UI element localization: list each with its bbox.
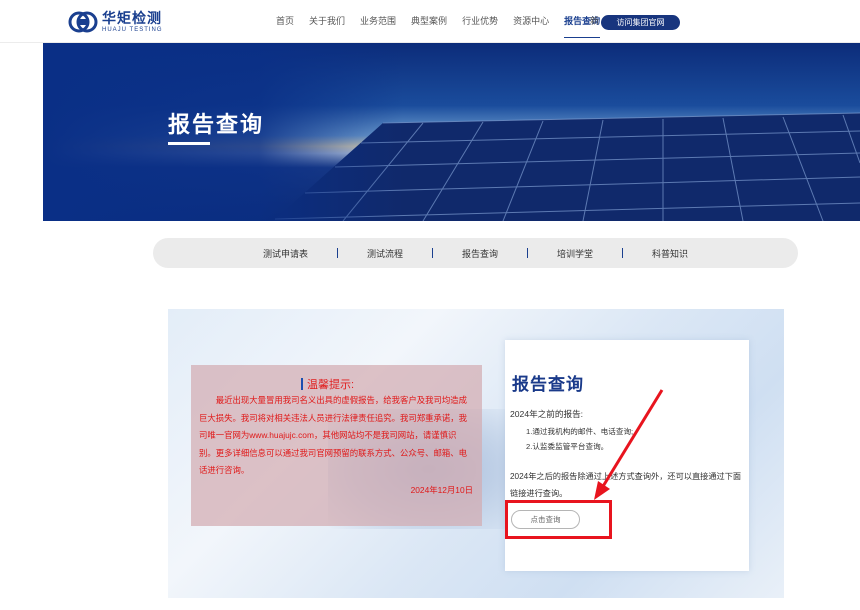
nav-item-business[interactable]: 业务范围 (360, 0, 396, 43)
visit-group-site-button[interactable]: 访问集团官网 (601, 15, 680, 30)
subnav-item-science[interactable]: 科普知识 (623, 247, 717, 260)
banner-title-underline (168, 142, 210, 145)
nav-item-about[interactable]: 关于我们 (309, 0, 345, 43)
logo-name-en: HUAJU TESTING (102, 26, 163, 33)
notice-heading: 温馨提示: (301, 376, 354, 392)
site-header: 华矩检测 HUAJU TESTING 首页 关于我们 业务范围 典型案例 行业优… (0, 0, 860, 43)
warning-notice: 温馨提示: 最近出现大量冒用我司名义出具的虚假报告，给我客户及我司均造成巨大损失… (191, 365, 482, 526)
highlight-box (505, 500, 612, 539)
logo-mark-icon (68, 11, 98, 33)
subnav-item-report-query[interactable]: 报告查询 (433, 247, 527, 260)
notice-body: 最近出现大量冒用我司名义出具的虚假报告，给我客户及我司均造成巨大损失。我司将对相… (199, 395, 468, 475)
banner-title: 报告查询 (168, 112, 265, 137)
card-paragraph: 2024年之后的报告除通过上述方式查询外，还可以直接通过下面链接进行查询。 (510, 472, 742, 498)
card-item-cnca-platform: 2.认监委监管平台查询。 (526, 442, 609, 451)
subnav-item-training[interactable]: 培训学堂 (528, 247, 622, 260)
logo-name-cn: 华矩检测 (102, 9, 162, 26)
nav-item-resources[interactable]: 资源中心 (513, 0, 549, 43)
nav-item-cases[interactable]: 典型案例 (411, 0, 447, 43)
notice-heading-bar (301, 378, 303, 390)
subnav-item-application-form[interactable]: 测试申请表 (234, 247, 337, 260)
subnav-item-test-process[interactable]: 测试流程 (338, 247, 432, 260)
card-title: 报告查询 (512, 375, 584, 394)
card-item-email-phone: 1.通过我机构的邮件、电话查询; (526, 427, 634, 436)
nav-item-home[interactable]: 首页 (276, 0, 294, 43)
nav-item-advantages[interactable]: 行业优势 (462, 0, 498, 43)
logo[interactable]: 华矩检测 HUAJU TESTING (68, 10, 163, 34)
nav-item-news-label: 新 (590, 16, 600, 26)
notice-date: 2024年12月10日 (410, 485, 473, 495)
report-query-panel: 温馨提示: 最近出现大量冒用我司名义出具的虚假报告，给我客户及我司均造成巨大损失… (168, 309, 784, 598)
card-subtitle: 2024年之前的报告: (510, 409, 584, 419)
main-nav: 首页 关于我们 业务范围 典型案例 行业优势 资源中心 报告查询 (276, 0, 615, 43)
sub-nav: 测试申请表 测试流程 报告查询 培训学堂 科普知识 (153, 238, 798, 268)
notice-heading-text: 温馨提示: (307, 379, 355, 391)
hero-banner: 报告查询 (43, 43, 860, 221)
